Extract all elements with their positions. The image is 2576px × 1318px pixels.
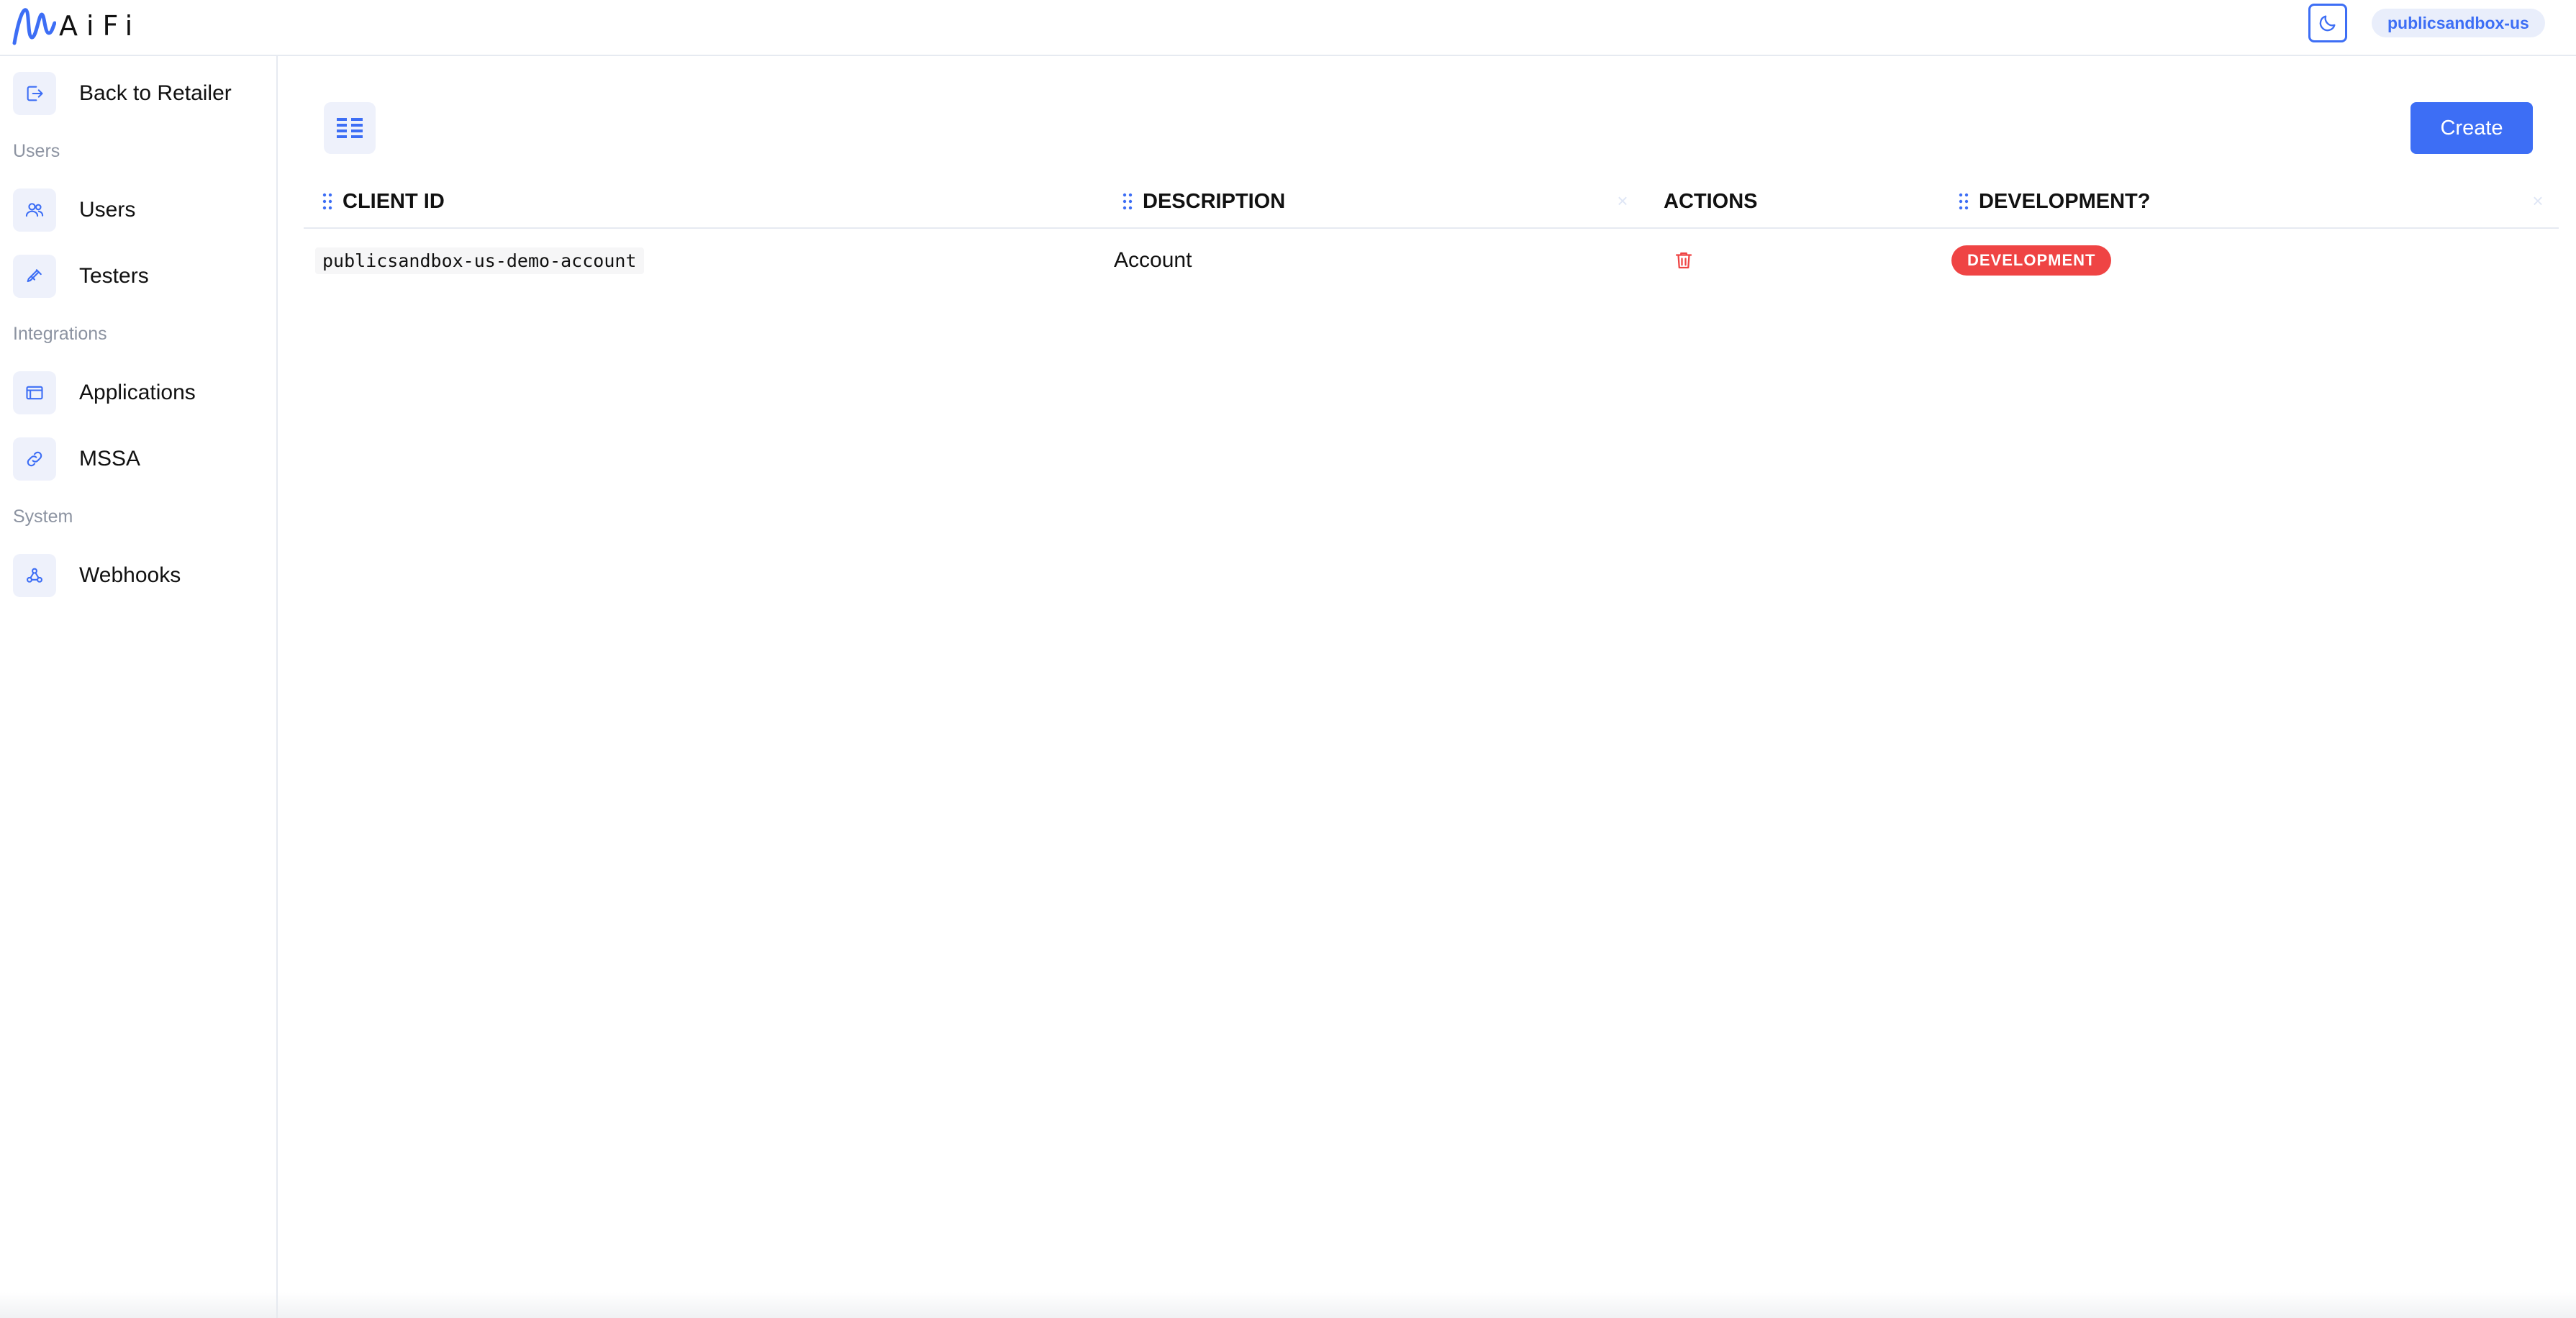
window-icon — [13, 371, 56, 414]
table-header: CLIENT ID DESCRIPTION × ACTIONS DEVELOPM… — [304, 180, 2559, 229]
sidebar-item-webhooks[interactable]: Webhooks — [13, 554, 181, 597]
sidebar-item-users[interactable]: Users — [13, 188, 135, 232]
sidebar-item-label: Users — [79, 198, 136, 222]
sidebar: Back to Retailer Users Users Testers Int… — [0, 56, 278, 1318]
trash-icon — [1675, 252, 1692, 269]
top-bar: AiFi publicsandbox-us — [0, 0, 2576, 56]
cell-client-id: publicsandbox-us-demo-account — [315, 235, 644, 286]
development-badge: DEVELOPMENT — [1951, 245, 2112, 276]
drag-handle-icon[interactable] — [1959, 192, 1969, 211]
delete-button[interactable] — [1673, 235, 1695, 286]
column-label: ACTIONS — [1664, 189, 1758, 213]
sidebar-item-back-to-retailer[interactable]: Back to Retailer — [13, 72, 232, 115]
client-id-value: publicsandbox-us-demo-account — [315, 247, 644, 274]
column-header-description[interactable]: DESCRIPTION — [1123, 180, 1285, 223]
sidebar-item-testers[interactable]: Testers — [13, 255, 149, 298]
aifi-logo[interactable]: AiFi — [12, 4, 141, 47]
logo-text: AiFi — [59, 10, 142, 42]
drag-handle-icon[interactable] — [322, 192, 332, 211]
theme-toggle-button[interactable] — [2308, 4, 2347, 42]
section-label-system: System — [13, 506, 73, 527]
cell-description: Account — [1114, 235, 1192, 286]
column-header-development[interactable]: DEVELOPMENT? — [1959, 180, 2150, 223]
create-button[interactable]: Create — [2411, 102, 2533, 154]
table-row[interactable]: publicsandbox-us-demo-account Account DE… — [304, 235, 2559, 286]
sidebar-item-label: Testers — [79, 264, 149, 288]
moon-icon — [2319, 15, 2336, 32]
link-icon — [13, 437, 56, 481]
close-column-icon[interactable]: × — [2527, 190, 2549, 212]
aifi-logo-mark — [12, 8, 56, 45]
column-label: DEVELOPMENT? — [1979, 189, 2151, 213]
sidebar-item-label: MSSA — [79, 447, 141, 471]
close-column-icon[interactable]: × — [1612, 190, 1633, 212]
section-label-integrations: Integrations — [13, 324, 107, 344]
sidebar-item-mssa[interactable]: MSSA — [13, 437, 140, 481]
view-toggle-button[interactable] — [324, 102, 376, 154]
cell-development: DEVELOPMENT — [1951, 235, 2112, 286]
column-header-client-id[interactable]: CLIENT ID — [322, 180, 445, 223]
bottom-shadow — [0, 1292, 2576, 1318]
drag-handle-icon[interactable] — [1123, 192, 1133, 211]
wrench-icon — [13, 255, 56, 298]
sidebar-item-applications[interactable]: Applications — [13, 371, 196, 414]
column-label: CLIENT ID — [343, 189, 445, 213]
description-value: Account — [1114, 248, 1192, 272]
section-label-users: Users — [13, 141, 60, 161]
tenant-badge[interactable]: publicsandbox-us — [2372, 9, 2545, 37]
column-header-actions: ACTIONS — [1664, 180, 1758, 223]
table-view-icon — [337, 118, 363, 138]
sidebar-item-label: Back to Retailer — [79, 81, 232, 105]
users-icon — [13, 188, 56, 232]
sidebar-item-label: Webhooks — [79, 563, 181, 587]
exit-icon — [13, 72, 56, 115]
column-label: DESCRIPTION — [1143, 189, 1286, 213]
webhook-icon — [13, 554, 56, 597]
sidebar-item-label: Applications — [79, 381, 196, 404]
